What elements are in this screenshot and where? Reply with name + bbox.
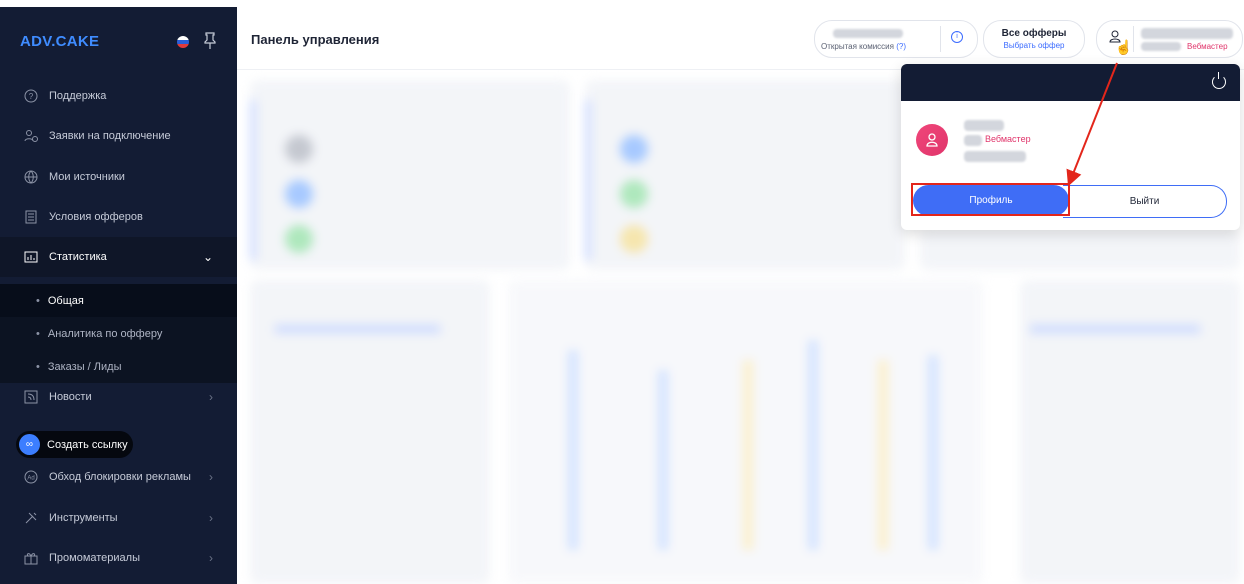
- sidebar-item-label: Условия офферов: [49, 211, 143, 223]
- dropdown-id-hidden: [964, 135, 982, 146]
- sidebar-item-offer-terms[interactable]: Условия офферов: [0, 197, 237, 237]
- users-icon: [24, 129, 38, 143]
- commission-label: Открытая комиссия (?): [821, 42, 906, 51]
- chart-bar: [808, 340, 818, 550]
- list-highlight: [275, 325, 440, 333]
- sidebar-item-label: Поддержка: [49, 90, 107, 102]
- link-icon: ∞: [19, 434, 40, 455]
- sidebar-item-label: Инструменты: [49, 512, 118, 524]
- commission-hint-link[interactable]: (?): [896, 42, 906, 51]
- divider: [1133, 26, 1134, 52]
- choose-offer-link[interactable]: Выбрать оффер: [984, 41, 1084, 50]
- svg-text:?: ?: [29, 92, 34, 101]
- sidebar-item-adblock[interactable]: Ad Обход блокировки рекламы ›: [0, 457, 237, 497]
- dropdown-username-hidden: [964, 120, 1004, 131]
- power-icon[interactable]: [1212, 72, 1226, 89]
- question-icon: ?: [24, 89, 38, 103]
- gift-icon: [24, 551, 38, 565]
- sidebar-item-promo[interactable]: Промоматериалы ›: [0, 538, 237, 578]
- list-highlight: [1030, 325, 1200, 333]
- chevron-right-icon: ›: [209, 390, 213, 404]
- username-hidden: [1141, 28, 1233, 39]
- globe-icon: [24, 170, 38, 184]
- sidebar-item-requests[interactable]: Заявки на подключение: [0, 116, 237, 156]
- metric-circle: [620, 180, 648, 208]
- topbar: Панель управления Открытая комиссия (?) …: [237, 7, 1244, 70]
- chevron-down-icon: ⌄: [202, 250, 213, 264]
- card-accent: [250, 100, 256, 260]
- offers-selector[interactable]: Все офферы Выбрать оффер: [983, 20, 1085, 58]
- sidebar-subitem-label: Общая: [47, 294, 84, 307]
- summary-card: [250, 80, 570, 270]
- offers-title: Все офферы: [1001, 28, 1067, 39]
- sidebar-subitem-label: Аналитика по офферу: [47, 327, 163, 340]
- metric-circle: [620, 225, 648, 253]
- info-icon[interactable]: i: [951, 31, 963, 43]
- sidebar-item-sources[interactable]: Мои источники: [0, 157, 237, 197]
- commission-value-hidden: [833, 29, 903, 38]
- create-link-label: Создать ссылку: [47, 438, 128, 451]
- bullet-icon: •: [36, 360, 40, 373]
- chart-card: [508, 280, 983, 584]
- role-label: Вебмастер: [1187, 42, 1228, 51]
- news-icon: [24, 390, 38, 404]
- pin-icon[interactable]: [204, 32, 216, 50]
- sidebar-item-label: Статистика: [49, 251, 107, 263]
- sidebar-subitem-general[interactable]: • Общая: [0, 284, 237, 317]
- metric-circle: [285, 135, 313, 163]
- bullet-icon: •: [36, 327, 40, 340]
- right-list-card: [1020, 280, 1240, 584]
- sidebar-subitem-label: Заказы / Лиды: [47, 360, 122, 373]
- annotation-highlight-box: [911, 183, 1070, 216]
- hand-cursor-icon: ☝: [1115, 39, 1133, 55]
- logout-button[interactable]: Выйти: [1063, 185, 1227, 218]
- dropdown-email-hidden: [964, 151, 1026, 162]
- russia-flag-icon[interactable]: [177, 36, 189, 48]
- summary-card: [585, 80, 905, 270]
- chart-icon: [24, 250, 38, 264]
- page-title: Панель управления: [251, 32, 380, 47]
- sidebar-item-label: Мои источники: [49, 171, 125, 183]
- user-menu-pill[interactable]: ☝ Вебмастер: [1096, 20, 1243, 58]
- commission-widget[interactable]: Открытая комиссия (?) i: [814, 20, 978, 58]
- bullet-icon: •: [36, 294, 40, 307]
- chevron-right-icon: ›: [209, 511, 213, 525]
- sidebar-subitem-offer-analytics[interactable]: • Аналитика по офферу: [0, 317, 237, 350]
- dropdown-role: Вебмастер: [985, 134, 1031, 144]
- chart-bar: [658, 370, 668, 550]
- svg-text:Ad: Ad: [27, 476, 34, 482]
- metric-circle: [285, 225, 313, 253]
- sidebar-item-statistics[interactable]: Статистика ⌄: [0, 237, 237, 277]
- metric-circle: [285, 180, 313, 208]
- sidebar-item-tools[interactable]: Инструменты ›: [0, 498, 237, 538]
- avatar: [916, 124, 948, 156]
- create-link-button[interactable]: ∞ Создать ссылку: [16, 431, 133, 458]
- sidebar: ADV.CAKE ? Поддержка Заявки на подключен…: [0, 7, 237, 584]
- metric-circle: [620, 135, 648, 163]
- adblock-icon: Ad: [24, 470, 38, 484]
- chevron-right-icon: ›: [209, 551, 213, 565]
- sidebar-item-support[interactable]: ? Поддержка: [0, 76, 237, 116]
- chart-bar: [568, 350, 578, 550]
- document-icon: [24, 210, 38, 224]
- chart-bar: [928, 355, 938, 550]
- divider: [940, 26, 941, 52]
- sidebar-item-label: Новости: [49, 391, 92, 403]
- chart-bar: [878, 360, 888, 550]
- user-id-hidden: [1141, 42, 1181, 51]
- sidebar-item-label: Заявки на подключение: [49, 130, 171, 142]
- logo[interactable]: ADV.CAKE: [20, 33, 99, 50]
- chart-bar: [743, 360, 753, 550]
- sidebar-item-label: Обход блокировки рекламы: [49, 471, 191, 483]
- tools-icon: [24, 511, 38, 525]
- summary-card: [920, 230, 1240, 270]
- chevron-right-icon: ›: [209, 470, 213, 484]
- sidebar-item-news[interactable]: Новости ›: [0, 377, 237, 417]
- left-list-card: [250, 280, 490, 584]
- dropdown-header: [901, 64, 1240, 101]
- sidebar-item-label: Промоматериалы: [49, 552, 140, 564]
- card-accent: [585, 100, 591, 260]
